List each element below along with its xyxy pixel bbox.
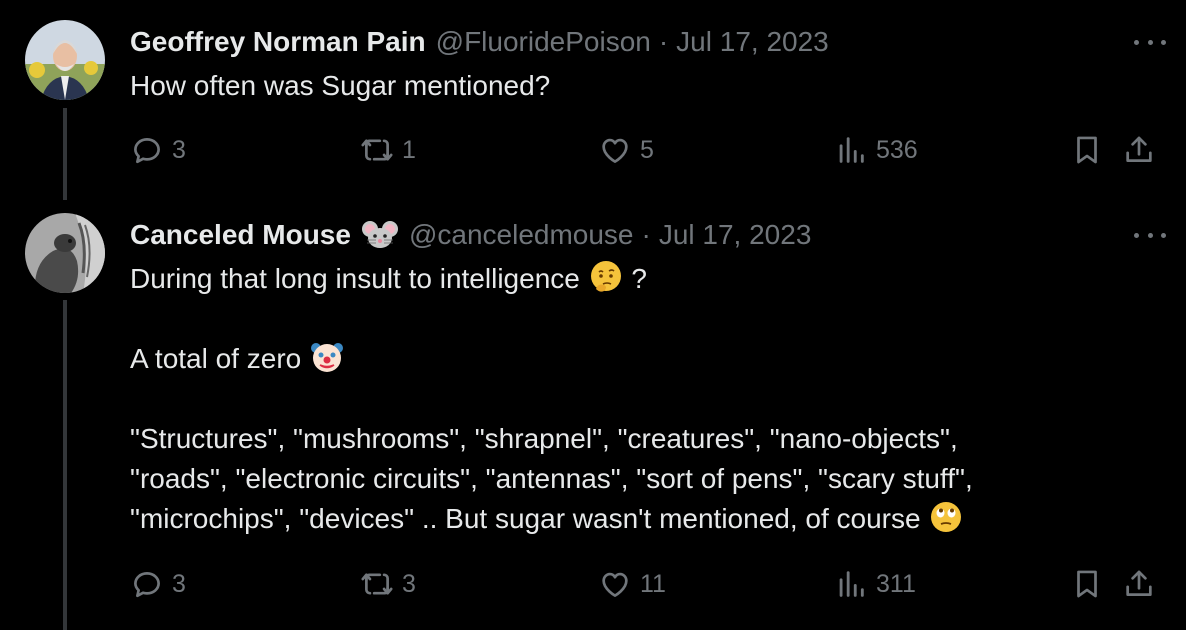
tweet-line-text: "microchips", "devices" .. But sugar was… (130, 503, 921, 534)
avatar[interactable] (25, 213, 105, 293)
tweet-header: Geoffrey Norman Pain @FluoridePoison · J… (130, 26, 829, 58)
tweet-line: "roads", "electronic circuits", "antenna… (130, 463, 973, 494)
reply-count: 3 (172, 569, 186, 598)
reply-button[interactable]: 3 (130, 564, 186, 604)
action-bar: 3 1 5 536 (130, 130, 1160, 170)
like-button[interactable]: 5 (598, 130, 654, 170)
avatar[interactable] (25, 20, 105, 100)
tweet-line: "microchips", "devices" .. But sugar was… (130, 499, 1150, 539)
share-button[interactable] (1122, 564, 1156, 604)
retweet-button[interactable]: 1 (360, 130, 416, 170)
tweet-line: A total of zero (130, 339, 1150, 379)
like-button[interactable]: 11 (598, 564, 666, 604)
tweet-line-suffix: ? (631, 263, 647, 294)
separator: · (641, 219, 651, 250)
tweet-line: How often was Sugar mentioned? (130, 70, 551, 101)
like-count: 5 (640, 135, 654, 164)
clown-face-emoji-icon (311, 343, 343, 372)
like-icon (602, 138, 628, 163)
tweet-text: How often was Sugar mentioned? (130, 66, 1150, 106)
bookmark-icon (1077, 136, 1097, 164)
bookmark-button[interactable] (1070, 564, 1104, 604)
views-button[interactable]: 536 (834, 130, 918, 170)
tweet-date[interactable]: Jul 17, 2023 (676, 26, 829, 58)
views-icon (839, 137, 864, 163)
retweet-icon (361, 139, 393, 161)
share-icon (1126, 136, 1152, 162)
rolling-eyes-emoji-icon (931, 502, 962, 532)
tweet-line: During that long insult to intelligence … (130, 259, 1150, 299)
reply-button[interactable]: 3 (130, 130, 186, 170)
tweet-text: During that long insult to intelligence … (130, 259, 1150, 539)
thinking-face-emoji-icon (590, 261, 621, 292)
tweet-date[interactable]: Jul 17, 2023 (659, 219, 812, 251)
share-button[interactable] (1122, 130, 1156, 170)
author-name[interactable]: Canceled Mouse (130, 219, 351, 251)
thread-line (63, 108, 67, 200)
action-bar: 3 3 11 311 (130, 564, 1160, 604)
author-handle[interactable]: @canceledmouse (409, 219, 634, 251)
tweet-header: Canceled Mouse @canceledmouse · Jul 17, … (130, 219, 811, 251)
bookmark-icon (1077, 570, 1097, 598)
retweet-button[interactable]: 3 (360, 564, 416, 604)
reply-icon (134, 138, 160, 164)
more-icon[interactable] (1134, 225, 1166, 245)
more-icon[interactable] (1134, 32, 1166, 52)
views-count: 536 (876, 135, 918, 164)
reply-icon (134, 572, 160, 598)
thread-line (63, 300, 67, 630)
tweet-line-text: During that long insult to intelligence (130, 263, 580, 294)
author-handle[interactable]: @FluoridePoison (436, 26, 651, 58)
retweet-count: 3 (402, 569, 416, 598)
tweet[interactable]: Canceled Mouse @canceledmouse · Jul 17, … (0, 196, 1186, 630)
views-button[interactable]: 311 (834, 564, 916, 604)
like-count: 11 (640, 569, 666, 598)
retweet-count: 1 (402, 135, 416, 164)
separator: · (658, 26, 669, 57)
views-count: 311 (876, 569, 916, 598)
tweet[interactable]: Geoffrey Norman Pain @FluoridePoison · J… (0, 0, 1186, 200)
bookmark-button[interactable] (1070, 130, 1104, 170)
tweet-line: "Structures", "mushrooms", "shrapnel", "… (130, 423, 958, 454)
views-icon (839, 571, 864, 597)
reply-count: 3 (172, 135, 186, 164)
mouse-face-emoji-icon (361, 221, 398, 248)
tweet-line-text: A total of zero (130, 343, 302, 374)
retweet-icon (361, 573, 393, 595)
author-name[interactable]: Geoffrey Norman Pain (130, 26, 426, 58)
like-icon (602, 572, 628, 597)
share-icon (1126, 570, 1152, 596)
